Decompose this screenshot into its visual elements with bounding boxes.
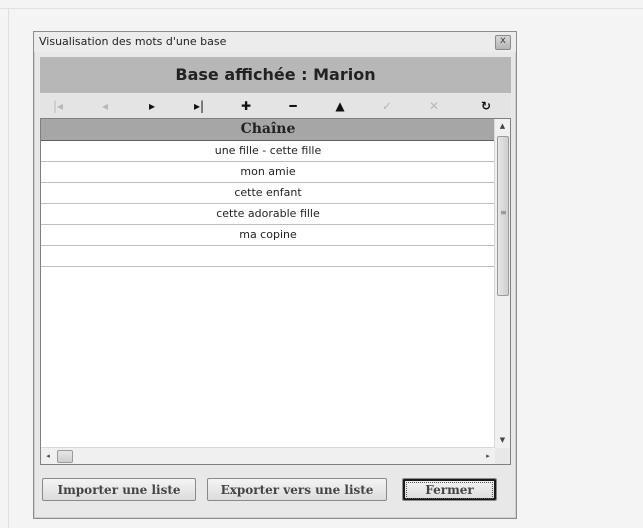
nav-last-button[interactable]: ▸|	[181, 94, 217, 118]
window-title: Visualisation des mots d'une base	[39, 35, 227, 48]
nav-first-button[interactable]: |◂	[40, 94, 76, 118]
db-navigator: |◂ ◂ ▸ ▸| ✚ ━ ▲ ✓ ✕ ↻	[40, 94, 511, 118]
scroll-right-icon[interactable]: ▸	[481, 448, 495, 464]
last-record-icon: ▸|	[193, 99, 205, 113]
export-list-button[interactable]: Exporter vers une liste	[207, 478, 387, 501]
vertical-scrollbar[interactable]: ▲ ≡ ▼	[494, 119, 510, 448]
next-record-icon: ▸	[148, 99, 156, 113]
checkmark-icon: ✓	[381, 99, 393, 113]
nav-cancel-button[interactable]: ✕	[416, 94, 452, 118]
frame-line-top	[0, 8, 643, 9]
grip-icon: ≡	[500, 208, 507, 217]
minus-icon: ━	[289, 99, 297, 113]
title-bar[interactable]: Visualisation des mots d'une base x	[34, 32, 516, 52]
scroll-up-icon[interactable]: ▲	[495, 119, 510, 134]
nav-insert-button[interactable]: ✚	[228, 94, 264, 118]
dialog-window: Visualisation des mots d'une base x Base…	[33, 31, 517, 519]
words-grid[interactable]: Chaîne une fille - cette fille mon amie …	[40, 118, 511, 465]
grid-rows: une fille - cette fille mon amie cette e…	[41, 141, 495, 267]
horizontal-scrollbar[interactable]: ◂ ▸	[41, 447, 495, 464]
horizontal-scroll-thumb[interactable]	[57, 450, 73, 463]
vertical-scroll-thumb[interactable]: ≡	[497, 136, 509, 296]
first-record-icon: |◂	[52, 99, 64, 113]
close-window-button[interactable]: x	[495, 35, 511, 50]
table-row[interactable]: mon amie	[41, 162, 495, 183]
table-row[interactable]: cette enfant	[41, 183, 495, 204]
nav-refresh-button[interactable]: ↻	[468, 94, 504, 118]
nav-next-button[interactable]: ▸	[134, 94, 170, 118]
scroll-left-icon[interactable]: ◂	[41, 448, 55, 464]
close-icon: x	[500, 35, 506, 46]
scrollbar-corner	[495, 448, 510, 464]
refresh-icon: ↻	[480, 99, 492, 113]
import-list-button[interactable]: Importer une liste	[42, 478, 196, 501]
frame-line-left	[8, 8, 9, 528]
prior-record-icon: ◂	[101, 99, 109, 113]
table-row[interactable]: cette adorable fille	[41, 204, 495, 225]
nav-prior-button[interactable]: ◂	[87, 94, 123, 118]
nav-edit-button[interactable]: ▲	[322, 94, 358, 118]
column-header-chaine[interactable]: Chaîne	[41, 119, 495, 141]
cancel-x-icon: ✕	[428, 99, 440, 113]
table-row[interactable]: ma copine	[41, 225, 495, 246]
edit-triangle-icon: ▲	[335, 99, 345, 113]
nav-delete-button[interactable]: ━	[275, 94, 311, 118]
table-row[interactable]: une fille - cette fille	[41, 141, 495, 162]
nav-post-button[interactable]: ✓	[369, 94, 405, 118]
desktop-background: Visualisation des mots d'une base x Base…	[0, 0, 643, 528]
table-row[interactable]	[41, 246, 495, 267]
close-button[interactable]: Fermer	[402, 478, 497, 501]
close-button-label: Fermer	[406, 482, 493, 499]
scroll-down-icon[interactable]: ▼	[495, 433, 510, 448]
plus-icon: ✚	[240, 99, 252, 113]
base-header-title: Base affichée : Marion	[40, 57, 511, 93]
